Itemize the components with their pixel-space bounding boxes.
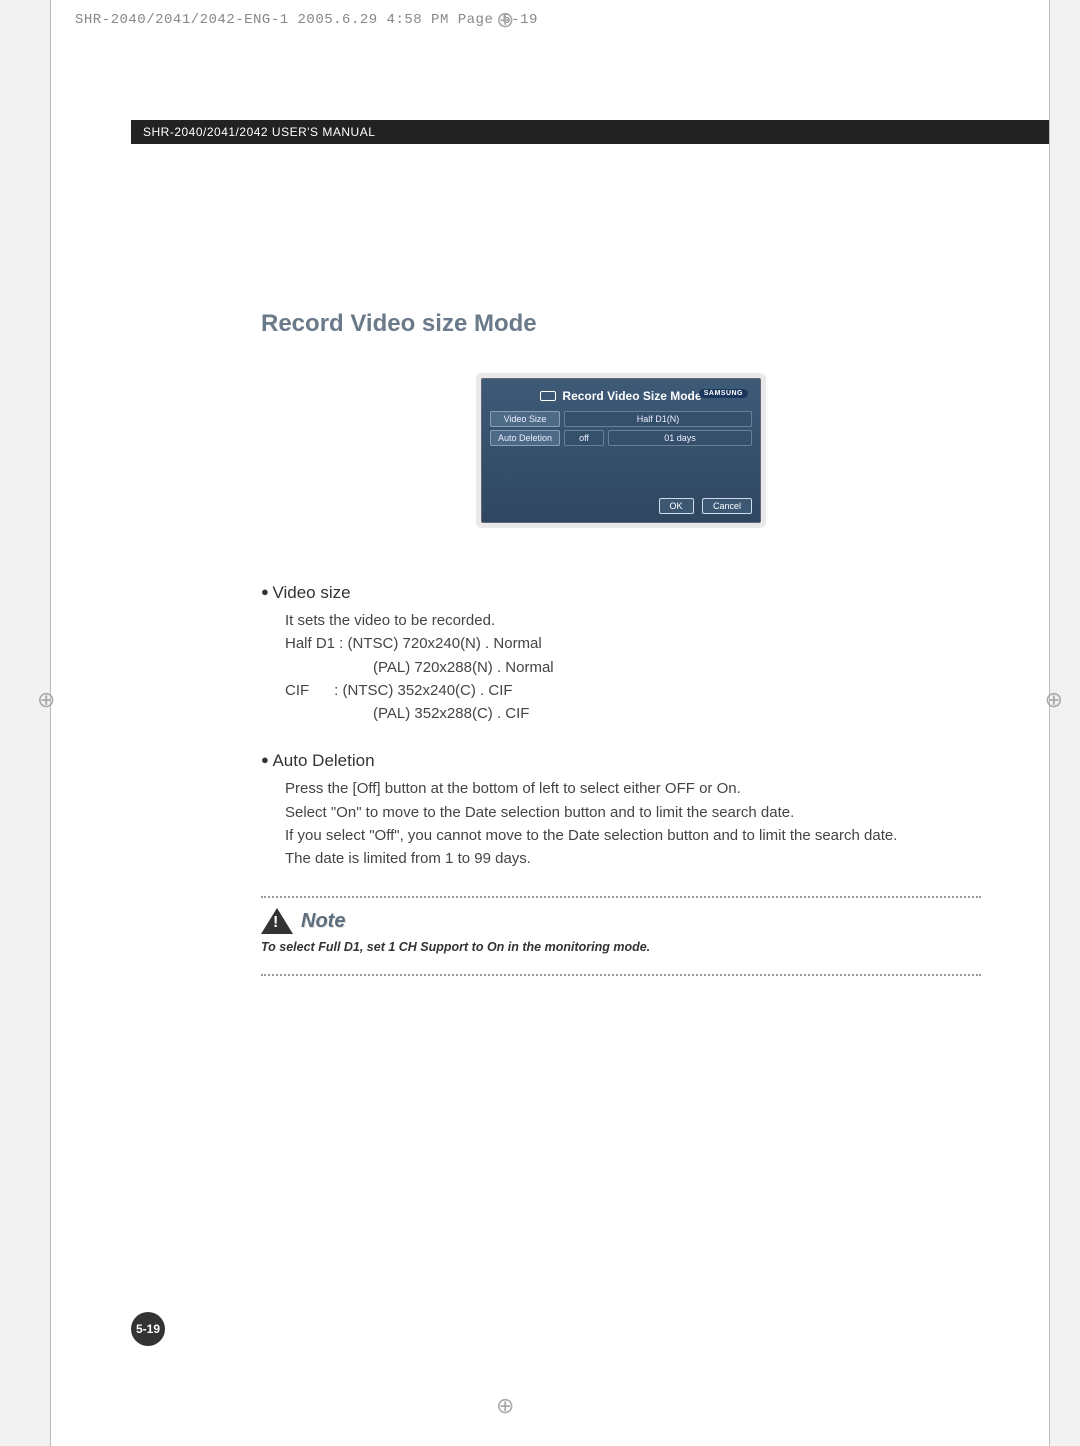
text-line: Half D1 : (NTSC) 720x240(N) . Normal [285,632,981,655]
note-label: Note [301,910,345,933]
video-size-heading: Video size [261,583,981,603]
text-line: CIF : (NTSC) 352x240(C) . CIF [285,679,981,702]
ok-button[interactable]: OK [659,498,694,514]
setting-row-video-size: Video Size Half D1(N) [490,411,752,427]
dotted-separator [261,974,981,976]
manual-header-bar: SHR-2040/2041/2042 USER'S MANUAL [131,120,1049,144]
setting-row-auto-deletion: Auto Deletion off 01 days [490,430,752,446]
dotted-separator [261,896,981,898]
text-line: The date is limited from 1 to 99 days. [285,847,981,870]
auto-deletion-days[interactable]: 01 days [608,430,752,446]
screen-title-row: Record Video Size Mode SAMSUNG [490,389,752,403]
text-line: (PAL) 352x288(C) . CIF [285,702,981,725]
text-line: (PAL) 720x288(N) . Normal [285,656,981,679]
auto-deletion-heading: Auto Deletion [261,751,981,771]
device-screenshot: Record Video Size Mode SAMSUNG Video Siz… [481,378,761,523]
text-line: Select "On" to move to the Date selectio… [285,801,981,824]
page-content: Record Video size Mode Record Video Size… [261,310,981,986]
text-line: If you select "Off", you cannot move to … [285,824,981,847]
manual-page: SHR-2040/2041/2042-ENG-1 2005.6.29 4:58 … [50,0,1050,1446]
warning-icon [261,908,293,934]
auto-deletion-body: Press the [Off] button at the bottom of … [261,777,981,870]
brand-badge: SAMSUNG [699,389,748,398]
text-line: Press the [Off] button at the bottom of … [285,777,981,800]
screen-title: Record Video Size Mode [562,389,701,403]
video-size-body: It sets the video to be recorded. Half D… [261,609,981,725]
print-slug: SHR-2040/2041/2042-ENG-1 2005.6.29 4:58 … [75,12,538,28]
cancel-button[interactable]: Cancel [702,498,752,514]
auto-deletion-label-button[interactable]: Auto Deletion [490,430,560,446]
note-text: To select Full D1, set 1 CH Support to O… [261,940,981,954]
auto-deletion-section: Auto Deletion Press the [Off] button at … [261,751,981,870]
screen-button-row: OK Cancel [490,496,752,514]
camera-icon [540,391,556,401]
video-size-section: Video size It sets the video to be recor… [261,583,981,725]
video-size-label-button[interactable]: Video Size [490,411,560,427]
page-number-badge: 5-19 [131,1312,165,1346]
video-size-value[interactable]: Half D1(N) [564,411,752,427]
section-title: Record Video size Mode [261,310,981,338]
note-header: Note [261,908,981,934]
text-line: It sets the video to be recorded. [285,609,981,632]
auto-deletion-toggle[interactable]: off [564,430,604,446]
